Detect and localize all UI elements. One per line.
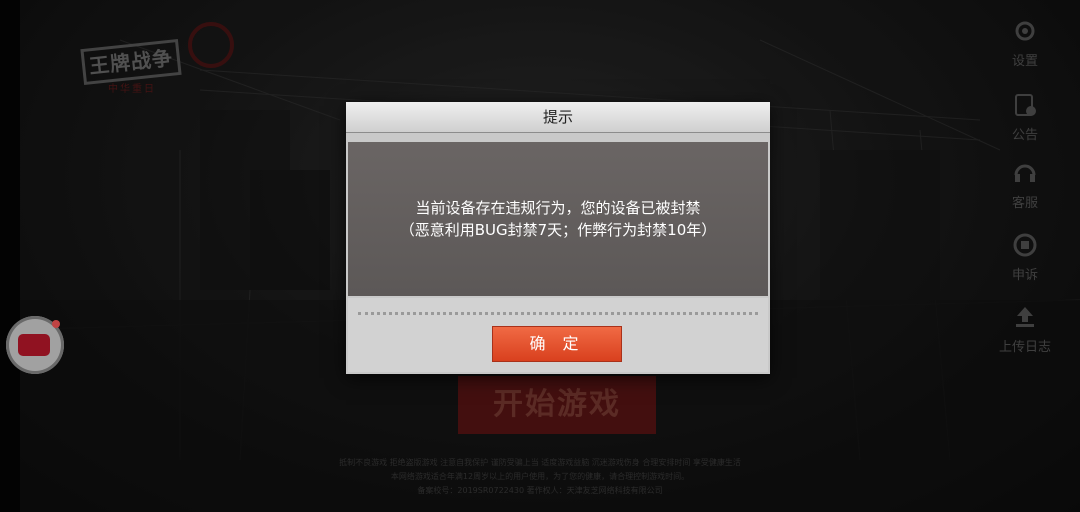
dialog-footer: 确 定 (348, 298, 768, 372)
ban-notice-dialog: 提示 当前设备存在违规行为，您的设备已被封禁 （恶意利用BUG封禁7天；作弊行为… (346, 102, 770, 374)
confirm-button[interactable]: 确 定 (492, 326, 622, 362)
dialog-message-line: 当前设备存在违规行为，您的设备已被封禁 (415, 199, 701, 217)
dialog-message-line: （恶意利用BUG封禁7天；作弊行为封禁10年） (399, 221, 717, 239)
dialog-title: 提示 (346, 102, 770, 133)
dotted-divider (358, 312, 758, 315)
dialog-message: 当前设备存在违规行为，您的设备已被封禁 （恶意利用BUG封禁7天；作弊行为封禁1… (348, 142, 768, 296)
